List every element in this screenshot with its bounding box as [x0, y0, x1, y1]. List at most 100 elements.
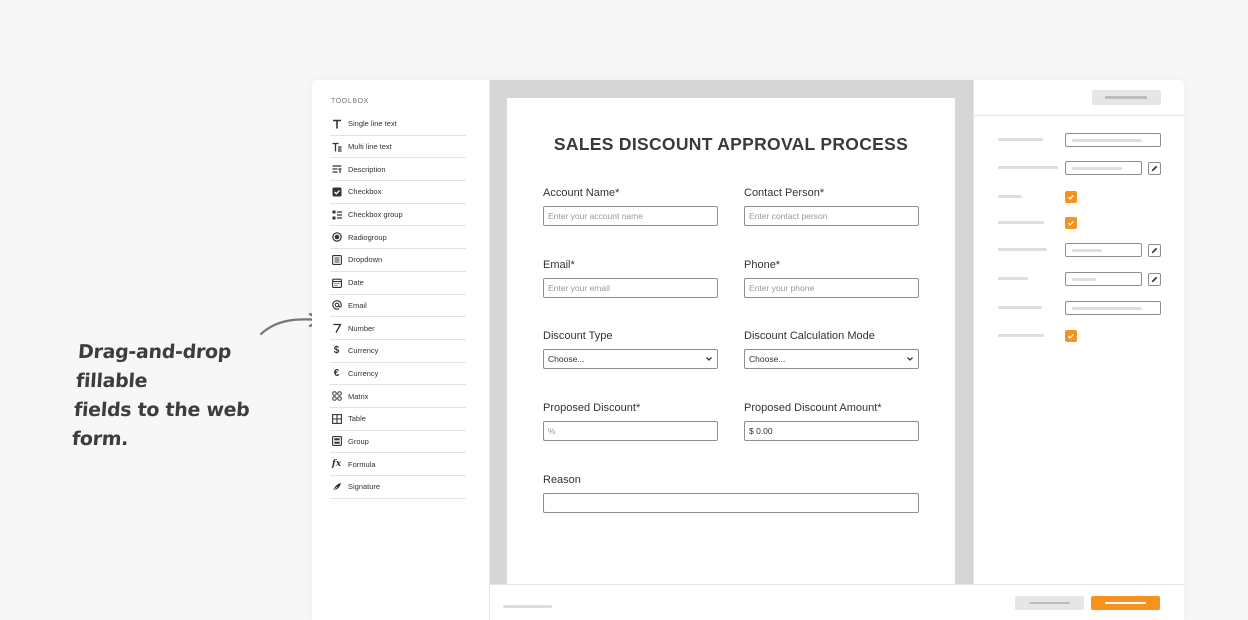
drag-drop-annotation: Drag-and-drop fillable fields to the web… [71, 338, 309, 454]
tool-formula[interactable]: fx Formula [330, 453, 466, 476]
tool-label: Radiogroup [348, 232, 387, 242]
email-field: Email* [543, 259, 718, 298]
signature-icon [331, 481, 342, 492]
properties-header [974, 80, 1184, 116]
tool-description[interactable]: Description [330, 158, 466, 182]
tool-signature[interactable]: Signature [330, 476, 466, 499]
tool-number[interactable]: Number [330, 317, 466, 340]
checkbox-icon [331, 186, 342, 197]
tool-label: Description [348, 164, 386, 174]
tool-checkbox-group[interactable]: Checkbox group [330, 204, 466, 227]
checkbox-checked-icon[interactable] [1065, 217, 1077, 229]
property-label-placeholder [998, 248, 1047, 251]
euro-icon: € [333, 367, 340, 379]
tool-radiogroup[interactable]: Radiogroup [330, 226, 466, 250]
proposed-discount-label: Proposed Discount* [543, 402, 641, 414]
property-input-placeholder [1072, 249, 1102, 252]
calc-mode-label: Discount Calculation Mode [744, 330, 875, 342]
contact-person-field: Contact Person* [744, 187, 919, 226]
toolbox-panel: TOOLBOX Single line text Multi line text… [312, 80, 490, 620]
toolbox-list: Single line text Multi line text Descrip… [330, 113, 466, 499]
property-label-placeholder [998, 195, 1022, 198]
property-label-placeholder [998, 306, 1042, 309]
pencil-icon[interactable] [1148, 244, 1161, 257]
property-input-placeholder [1072, 278, 1096, 281]
property-label-placeholder [998, 138, 1043, 141]
tool-multi-line-text[interactable]: Multi line text [330, 136, 466, 159]
tool-currency-dollar[interactable]: $ Currency [330, 340, 466, 363]
property-row [998, 190, 1168, 204]
calc-mode-select[interactable]: Choose... [744, 349, 919, 369]
primary-button-label-placeholder [1105, 602, 1146, 604]
tool-label: Table [348, 414, 366, 424]
tool-email[interactable]: Email [330, 295, 466, 318]
property-input-placeholder [1072, 167, 1122, 170]
discount-type-select[interactable]: Choose... [543, 349, 718, 369]
discount-type-value: Choose... [548, 354, 585, 364]
property-input[interactable] [1065, 161, 1142, 175]
account-name-label: Account Name* [543, 187, 620, 199]
property-input-placeholder [1072, 139, 1142, 142]
dollar-icon: $ [333, 345, 340, 357]
property-row [998, 161, 1168, 175]
pencil-icon[interactable] [1148, 162, 1161, 175]
tool-table[interactable]: Table [330, 408, 466, 431]
chevron-down-icon [907, 357, 913, 361]
tool-label: Signature [348, 482, 381, 492]
chevron-down-icon [706, 357, 712, 361]
tool-matrix[interactable]: Matrix [330, 385, 466, 408]
property-label-placeholder [998, 334, 1044, 337]
property-input[interactable] [1065, 301, 1161, 315]
secondary-button-label-placeholder [1029, 602, 1070, 604]
property-row [998, 133, 1168, 147]
property-row [998, 272, 1168, 286]
calc-mode-value: Choose... [749, 354, 786, 364]
tool-group[interactable]: Group [330, 431, 466, 454]
property-input[interactable] [1065, 133, 1161, 147]
email-input[interactable] [543, 278, 718, 298]
proposed-amount-label: Proposed Discount Amount* [744, 402, 882, 414]
form-sheet: SALES DISCOUNT APPROVAL PROCESS Account … [507, 98, 955, 584]
form-title: SALES DISCOUNT APPROVAL PROCESS [553, 134, 909, 154]
phone-input[interactable] [744, 278, 919, 298]
proposed-amount-input[interactable] [744, 421, 919, 441]
tool-checkbox[interactable]: Checkbox [330, 181, 466, 204]
footer-placeholder [503, 605, 552, 608]
properties-header-button[interactable] [1092, 90, 1161, 105]
tool-label: Number [348, 323, 375, 333]
secondary-button[interactable] [1015, 596, 1084, 610]
tool-date[interactable]: Date [330, 272, 466, 295]
toolbox-title: TOOLBOX [331, 98, 369, 105]
multiline-text-icon [331, 141, 342, 152]
tool-currency-euro[interactable]: € Currency [330, 363, 466, 386]
property-row [998, 329, 1168, 343]
tool-label: Currency [348, 346, 379, 356]
property-input-placeholder [1072, 307, 1142, 310]
contact-person-input[interactable] [744, 206, 919, 226]
reason-input[interactable] [543, 493, 919, 513]
account-name-field: Account Name* [543, 187, 718, 226]
tool-single-line-text[interactable]: Single line text [330, 113, 466, 136]
property-input[interactable] [1065, 243, 1142, 257]
proposed-discount-input[interactable] [543, 421, 718, 441]
property-input[interactable] [1065, 272, 1142, 286]
pencil-icon[interactable] [1148, 273, 1161, 286]
matrix-icon [331, 391, 342, 402]
reason-field: Reason [543, 474, 919, 513]
properties-header-button-placeholder [1105, 96, 1147, 99]
property-row [998, 301, 1168, 315]
checkbox-checked-icon[interactable] [1065, 191, 1077, 203]
tool-dropdown[interactable]: Dropdown [330, 249, 466, 272]
tool-label: Group [348, 436, 369, 446]
formula-icon: fx [331, 459, 342, 470]
footer-bar [490, 584, 1184, 620]
checkbox-group-icon [331, 209, 342, 220]
checkbox-checked-icon[interactable] [1065, 330, 1077, 342]
annotation-line-2: fields to the web form. [71, 399, 251, 450]
account-name-input[interactable] [543, 206, 718, 226]
primary-button[interactable] [1091, 596, 1160, 610]
tool-label: Currency [348, 368, 379, 378]
discount-type-label: Discount Type [543, 330, 613, 342]
property-label-placeholder [998, 166, 1058, 169]
phone-field: Phone* [744, 259, 919, 298]
